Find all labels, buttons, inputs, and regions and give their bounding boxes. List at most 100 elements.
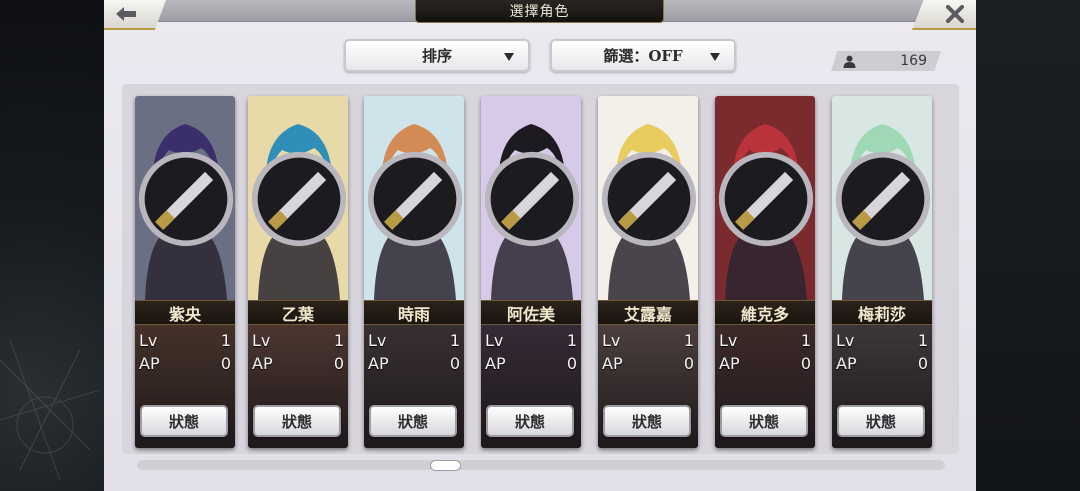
character-name: 阿佐美 [481, 300, 581, 325]
ap-label: AP [139, 353, 160, 373]
level-label: Lv [485, 330, 504, 350]
character-portrait [715, 96, 815, 300]
character-portrait [832, 96, 932, 300]
weapon-type-icon [251, 151, 347, 247]
character-info: 乙葉 Lv 1 AP 0 狀態 [248, 300, 348, 448]
character-info: 紫央 Lv 1 AP 0 狀態 [135, 300, 235, 448]
level-value: 1 [333, 330, 344, 350]
person-icon [843, 55, 856, 68]
left-bezel [0, 0, 104, 491]
back-arrow-icon [116, 7, 136, 21]
character-info: 阿佐美 Lv 1 AP 0 狀態 [481, 300, 581, 448]
status-button[interactable]: 狀態 [140, 405, 228, 437]
ap-label: AP [602, 353, 623, 373]
level-row: Lv 1 [252, 329, 344, 351]
character-name: 梅莉莎 [832, 300, 932, 325]
ap-value: 0 [683, 353, 694, 373]
weapon-type-icon [718, 151, 814, 247]
level-row: Lv 1 [719, 329, 811, 351]
ap-value: 0 [917, 353, 928, 373]
character-card[interactable]: 艾露嘉 Lv 1 AP 0 狀態 [598, 96, 698, 448]
character-portrait [364, 96, 464, 300]
level-value: 1 [683, 330, 694, 350]
level-row: Lv 1 [485, 329, 577, 351]
character-info: 梅莉莎 Lv 1 AP 0 狀態 [832, 300, 932, 448]
character-name: 時雨 [364, 300, 464, 325]
sort-dropdown[interactable]: 排序 [344, 39, 530, 72]
character-count-badge: 169 [831, 51, 941, 71]
level-value: 1 [917, 330, 928, 350]
level-label: Lv [719, 330, 738, 350]
ap-label: AP [485, 353, 506, 373]
character-info: 維克多 Lv 1 AP 0 狀態 [715, 300, 815, 448]
character-name: 紫央 [135, 300, 235, 325]
ap-label: AP [836, 353, 857, 373]
character-card[interactable]: 阿佐美 Lv 1 AP 0 狀態 [481, 96, 581, 448]
level-row: Lv 1 [139, 329, 231, 351]
character-portrait [598, 96, 698, 300]
character-portrait [248, 96, 348, 300]
level-value: 1 [800, 330, 811, 350]
filter-dropdown[interactable]: 篩選：OFF [550, 39, 736, 72]
weapon-type-icon [835, 151, 931, 247]
level-row: Lv 1 [836, 329, 928, 351]
level-label: Lv [139, 330, 158, 350]
character-info: 時雨 Lv 1 AP 0 狀態 [364, 300, 464, 448]
character-card[interactable]: 乙葉 Lv 1 AP 0 狀態 [248, 96, 348, 448]
status-button[interactable]: 狀態 [486, 405, 574, 437]
weapon-type-icon [601, 151, 697, 247]
ap-value: 0 [333, 353, 344, 373]
status-button[interactable]: 狀態 [720, 405, 808, 437]
character-name: 乙葉 [248, 300, 348, 325]
character-card[interactable]: 時雨 Lv 1 AP 0 狀態 [364, 96, 464, 448]
chevron-down-icon [710, 53, 720, 61]
character-card[interactable]: 維克多 Lv 1 AP 0 狀態 [715, 96, 815, 448]
level-row: Lv 1 [368, 329, 460, 351]
level-label: Lv [836, 330, 855, 350]
level-label: Lv [368, 330, 387, 350]
weapon-type-icon [367, 151, 463, 247]
character-card[interactable]: 紫央 Lv 1 AP 0 狀態 [135, 96, 235, 448]
ap-value: 0 [566, 353, 577, 373]
status-button[interactable]: 狀態 [603, 405, 691, 437]
level-value: 1 [566, 330, 577, 350]
ap-row: AP 0 [252, 352, 344, 374]
character-info: 艾露嘉 Lv 1 AP 0 狀態 [598, 300, 698, 448]
horizontal-scrollbar[interactable] [137, 460, 945, 470]
character-portrait [481, 96, 581, 300]
level-row: Lv 1 [602, 329, 694, 351]
sort-dropdown-label: 排序 [421, 47, 452, 65]
chevron-down-icon [504, 53, 514, 61]
character-name: 艾露嘉 [598, 300, 698, 325]
character-name: 維克多 [715, 300, 815, 325]
ap-value: 0 [220, 353, 231, 373]
ap-label: AP [252, 353, 273, 373]
status-button[interactable]: 狀態 [837, 405, 925, 437]
scrollbar-thumb[interactable] [430, 460, 461, 471]
status-button[interactable]: 狀態 [369, 405, 457, 437]
ap-row: AP 0 [836, 352, 928, 374]
weapon-type-icon [484, 151, 580, 247]
ap-value: 0 [800, 353, 811, 373]
ap-label: AP [719, 353, 740, 373]
ap-label: AP [368, 353, 389, 373]
ap-row: AP 0 [602, 352, 694, 374]
ap-row: AP 0 [368, 352, 460, 374]
level-label: Lv [602, 330, 621, 350]
ap-row: AP 0 [485, 352, 577, 374]
level-label: Lv [252, 330, 271, 350]
right-bezel [976, 0, 1080, 491]
weapon-type-icon [138, 151, 234, 247]
page-title: 選擇角色 [415, 0, 664, 23]
ap-row: AP 0 [719, 352, 811, 374]
filter-dropdown-label: 篩選：OFF [603, 47, 683, 65]
character-count: 169 [900, 53, 927, 69]
status-button[interactable]: 狀態 [253, 405, 341, 437]
character-portrait [135, 96, 235, 300]
decorative-lines-icon [0, 339, 101, 481]
ap-row: AP 0 [139, 352, 231, 374]
ap-value: 0 [449, 353, 460, 373]
level-value: 1 [449, 330, 460, 350]
level-value: 1 [220, 330, 231, 350]
character-card[interactable]: 梅莉莎 Lv 1 AP 0 狀態 [832, 96, 932, 448]
